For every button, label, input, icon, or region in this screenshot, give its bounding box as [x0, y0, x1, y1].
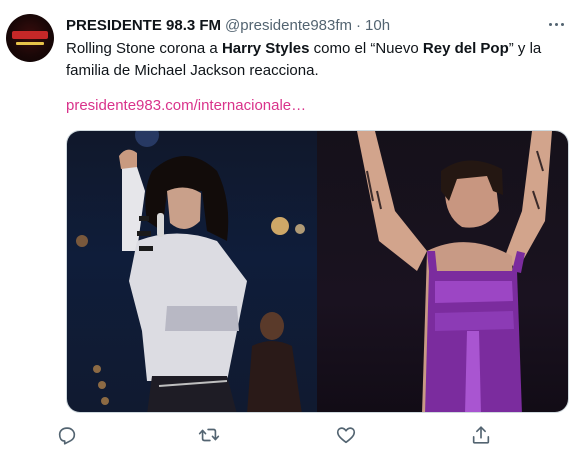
article-link[interactable]: presidente983.com/internacionale…	[66, 95, 306, 117]
avatar-logo-accent	[16, 42, 44, 45]
tweet-text-part2: como el “Nuevo	[309, 40, 423, 57]
tweet[interactable]: PRESIDENTE 98.3 FM @presidente983fm · 10…	[0, 0, 577, 453]
tweet-actions	[56, 424, 526, 446]
tweet-text-part1: Rolling Stone corona a	[66, 40, 222, 57]
avatar-logo-strip	[12, 31, 48, 39]
author-handle[interactable]: @presidente983fm	[225, 17, 352, 34]
separator-dot: ·	[356, 16, 362, 34]
photo-right[interactable]	[317, 131, 568, 412]
media-photos[interactable]	[66, 130, 569, 413]
like-icon[interactable]	[335, 424, 357, 446]
retweet-icon[interactable]	[198, 424, 220, 446]
reply-icon[interactable]	[56, 424, 78, 446]
author-name[interactable]: PRESIDENTE 98.3 FM	[66, 17, 221, 34]
photo-left-illustration	[76, 131, 305, 412]
tweet-text: Rolling Stone corona a Harry Styles como…	[66, 38, 566, 82]
avatar[interactable]	[6, 14, 54, 62]
tweet-header: PRESIDENTE 98.3 FM @presidente983fm · 10…	[66, 15, 390, 35]
photo-left[interactable]	[67, 131, 317, 412]
tweet-text-bold1: Harry Styles	[221, 40, 310, 57]
tweet-text-bold2: Rey del Pop	[422, 40, 509, 57]
more-options-icon[interactable]	[545, 14, 567, 34]
photo-right-illustration	[357, 131, 552, 412]
timestamp[interactable]: 10h	[365, 17, 390, 34]
share-icon[interactable]	[470, 424, 492, 446]
